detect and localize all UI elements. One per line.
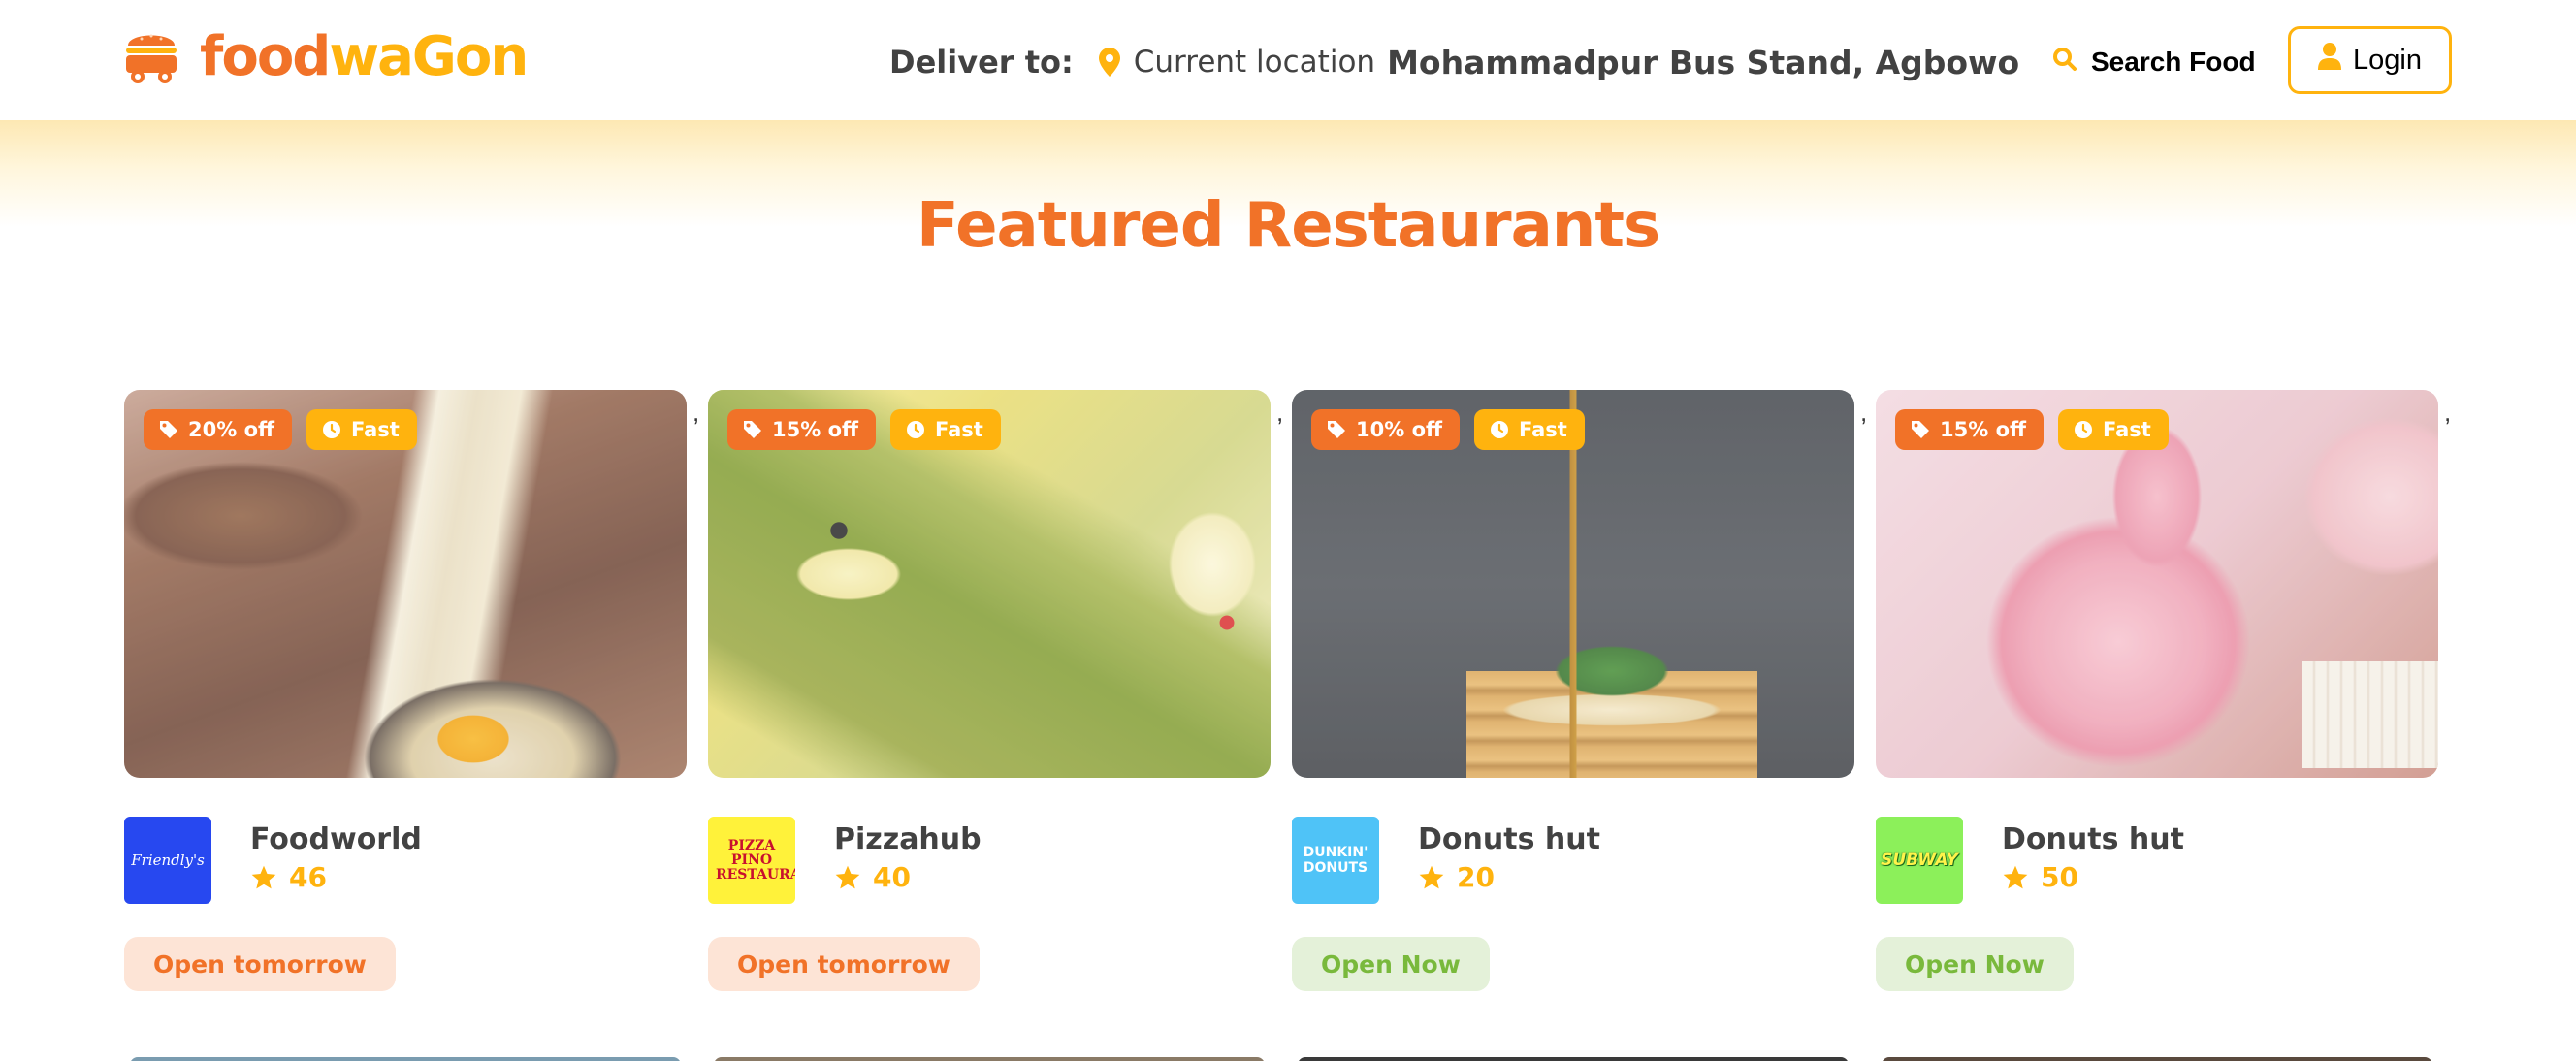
open-status-button[interactable]: Open tomorrow xyxy=(124,937,396,991)
foodwagon-logo[interactable]: foodwaGon xyxy=(122,23,529,91)
star-icon xyxy=(2003,865,2028,888)
brand-logo-text: DUNKIN' DONUTS xyxy=(1303,845,1368,876)
search-food-label: Search Food xyxy=(2091,47,2256,77)
open-status-button[interactable]: Open Now xyxy=(1292,937,1490,991)
rating-value: 46 xyxy=(289,861,327,893)
fast-badge: Fast xyxy=(306,409,417,450)
discount-badge: 20% off xyxy=(144,409,293,450)
brand-logo-subway: SUBWAY xyxy=(1876,817,1963,904)
food-truck-icon xyxy=(122,24,180,91)
next-row-card-peek xyxy=(1298,1057,1849,1061)
restaurant-card[interactable]: 15% off Fast PIZZA PINO RESTAURANT Pizza… xyxy=(708,390,1271,991)
search-icon xyxy=(2052,47,2091,79)
tag-icon xyxy=(1328,421,1345,438)
restaurant-photo[interactable]: 15% off Fast xyxy=(708,390,1271,778)
next-row-card-peek xyxy=(1882,1057,2432,1061)
restaurant-card[interactable]: 10% off Fast DUNKIN' DONUTS Donuts hut 2… xyxy=(1292,390,1854,991)
restaurant-info: Friendly's Foodworld 46 xyxy=(124,817,422,904)
current-location-label: Current location xyxy=(1133,45,1376,80)
top-navbar: foodwaGon Deliver to: Current location M… xyxy=(0,0,2576,120)
restaurant-rating: 20 xyxy=(1418,861,1600,893)
restaurant-photo[interactable]: 10% off Fast xyxy=(1292,390,1854,778)
logo-word-food: food xyxy=(200,25,331,88)
user-icon xyxy=(2318,43,2353,78)
restaurant-info: SUBWAY Donuts hut 50 xyxy=(1876,817,2184,904)
fast-text: Fast xyxy=(1519,418,1567,441)
discount-text: 15% off xyxy=(772,418,859,441)
fast-badge: Fast xyxy=(1474,409,1585,450)
search-food-button[interactable]: Search Food xyxy=(2052,39,2256,85)
restaurant-info: PIZZA PINO RESTAURANT Pizzahub 40 xyxy=(708,817,982,904)
brand-logo-friendlys: Friendly's xyxy=(124,817,211,904)
restaurant-name[interactable]: Donuts hut xyxy=(2002,820,2184,859)
logo-wordmark: foodwaGon xyxy=(200,23,529,91)
restaurant-photo[interactable]: 15% off Fast xyxy=(1876,390,2438,778)
restaurant-rating: 40 xyxy=(834,861,982,893)
clock-icon xyxy=(907,421,924,438)
star-icon xyxy=(835,865,860,888)
rating-value: 40 xyxy=(873,861,911,893)
fast-text: Fast xyxy=(935,418,983,441)
rating-value: 50 xyxy=(2041,861,2078,893)
fast-text: Fast xyxy=(2103,418,2151,441)
clock-icon xyxy=(2075,421,2092,438)
section-title: Featured Restaurants xyxy=(916,190,1660,262)
restaurant-rating: 46 xyxy=(250,861,422,893)
restaurant-photo[interactable]: 20% off Fast xyxy=(124,390,687,778)
brand-logo-text: PIZZA PINO RESTAURANT xyxy=(716,837,795,883)
deliver-to-label: Deliver to: xyxy=(889,44,1074,80)
discount-badge: 15% off xyxy=(1895,409,2045,450)
clock-icon xyxy=(323,421,340,438)
fast-text: Fast xyxy=(351,418,400,441)
brand-logo-text: Friendly's xyxy=(131,852,205,869)
restaurant-name[interactable]: Pizzahub xyxy=(834,820,982,859)
restaurant-card[interactable]: 15% off Fast SUBWAY Donuts hut 50 Open N… xyxy=(1876,390,2438,991)
separator-comma: , xyxy=(1860,398,1868,427)
brand-logo-text: SUBWAY xyxy=(1881,851,1958,870)
delivery-address: Mohammadpur Bus Stand, Agbowo xyxy=(1387,43,2020,81)
restaurant-info: DUNKIN' DONUTS Donuts hut 20 xyxy=(1292,817,1600,904)
open-status-button[interactable]: Open tomorrow xyxy=(708,937,980,991)
next-row-card-peek xyxy=(714,1057,1265,1061)
discount-badge: 10% off xyxy=(1311,409,1461,450)
separator-comma: , xyxy=(1276,398,1284,427)
discount-text: 10% off xyxy=(1356,418,1443,441)
fast-badge: Fast xyxy=(890,409,1001,450)
discount-text: 15% off xyxy=(1940,418,2027,441)
restaurant-name[interactable]: Donuts hut xyxy=(1418,820,1600,859)
star-icon xyxy=(251,865,276,888)
open-status-button[interactable]: Open Now xyxy=(1876,937,2074,991)
star-icon xyxy=(1419,865,1444,888)
discount-text: 20% off xyxy=(188,418,275,441)
tag-icon xyxy=(1912,421,1929,438)
restaurant-rating: 50 xyxy=(2002,861,2184,893)
separator-comma: , xyxy=(2444,398,2452,427)
brand-logo-dunkin: DUNKIN' DONUTS xyxy=(1292,817,1379,904)
restaurant-card[interactable]: 20% off Fast Friendly's Foodworld 46 Ope… xyxy=(124,390,687,991)
rating-value: 20 xyxy=(1457,861,1495,893)
restaurant-name[interactable]: Foodworld xyxy=(250,820,422,859)
separator-comma: , xyxy=(692,398,700,427)
logo-word-wagon: waGon xyxy=(329,25,529,88)
login-label: Login xyxy=(2353,44,2422,76)
login-button[interactable]: Login xyxy=(2288,26,2452,94)
tag-icon xyxy=(744,421,761,438)
tag-icon xyxy=(160,421,177,438)
location-pin-icon xyxy=(1098,48,1120,77)
fast-badge: Fast xyxy=(2058,409,2169,450)
brand-logo-pizza-pino: PIZZA PINO RESTAURANT xyxy=(708,817,795,904)
clock-icon xyxy=(1491,421,1508,438)
delivery-location[interactable]: Deliver to: Current location Mohammadpur… xyxy=(889,39,2019,85)
discount-badge: 15% off xyxy=(727,409,877,450)
next-row-card-peek xyxy=(130,1057,681,1061)
